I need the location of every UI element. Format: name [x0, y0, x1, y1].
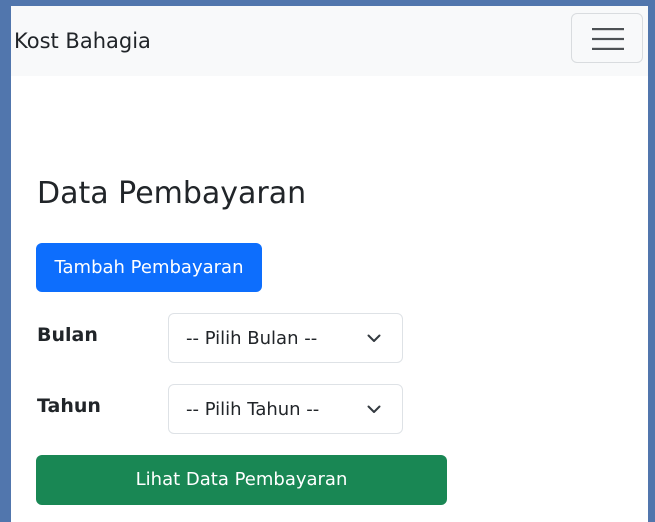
navbar-brand[interactable]: Kost Bahagia	[14, 27, 151, 55]
view-payment-data-button[interactable]: Lihat Data Pembayaran	[36, 455, 447, 505]
page-title: Data Pembayaran	[37, 176, 307, 211]
chevron-down-icon	[367, 334, 381, 342]
navbar: Kost Bahagia	[11, 6, 648, 76]
chevron-down-icon	[367, 405, 381, 413]
hamburger-menu-icon	[592, 28, 624, 50]
year-select-value: -- Pilih Tahun --	[186, 399, 320, 420]
year-select[interactable]: -- Pilih Tahun --	[168, 384, 403, 434]
add-payment-button[interactable]: Tambah Pembayaran	[36, 243, 262, 292]
navbar-toggler-button[interactable]	[571, 13, 643, 63]
month-label: Bulan	[37, 324, 98, 346]
month-select[interactable]: -- Pilih Bulan --	[168, 313, 403, 363]
month-select-value: -- Pilih Bulan --	[186, 328, 318, 349]
app-viewport: Kost Bahagia Data Pembayaran Tambah Pemb…	[11, 6, 648, 522]
year-label: Tahun	[37, 395, 101, 417]
